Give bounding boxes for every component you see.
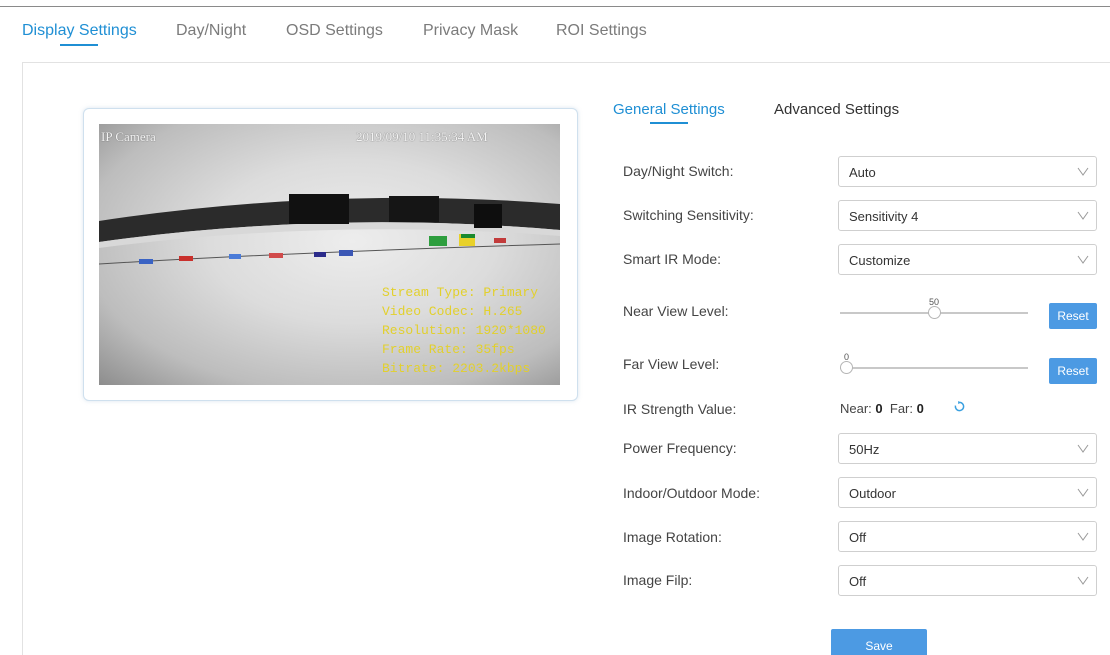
image-rotation-value: Off — [849, 530, 867, 545]
switching-sensitivity-label: Switching Sensitivity: — [623, 207, 754, 223]
ir-far-label: Far: — [889, 401, 914, 416]
chevron-down-icon — [1077, 488, 1089, 497]
osd-stream-info: Stream Type: Primary Video Codec: H.265 … — [382, 283, 546, 378]
near-view-level-handle[interactable] — [927, 306, 941, 319]
chevron-down-icon — [1077, 444, 1089, 453]
tab-day-night[interactable]: Day/Night — [176, 22, 246, 40]
osd-video-codec: Video Codec: H.265 — [382, 304, 523, 319]
tab-roi-settings[interactable]: ROI Settings — [556, 22, 647, 40]
top-divider — [0, 6, 1110, 7]
active-tab-indicator — [60, 44, 98, 46]
day-night-switch-value: Auto — [849, 165, 876, 180]
chevron-down-icon — [1077, 167, 1089, 176]
image-flip-value: Off — [849, 574, 867, 589]
far-view-level-track[interactable] — [840, 367, 1028, 369]
subtab-advanced-settings[interactable]: Advanced Settings — [774, 101, 899, 118]
smart-ir-mode-label: Smart IR Mode: — [623, 251, 722, 267]
image-flip-select[interactable]: Off — [838, 565, 1097, 596]
smart-ir-mode-value: Customize — [849, 253, 911, 268]
tab-osd-settings[interactable]: OSD Settings — [286, 22, 383, 40]
ir-strength-values: Near: 0 Far: 0 — [840, 401, 924, 416]
live-video: IP Camera 2019/09/10 11:35:34 AM Stream … — [99, 124, 560, 385]
ir-far-value: 0 — [916, 401, 924, 416]
image-rotation-label: Image Rotation: — [623, 529, 722, 545]
chevron-down-icon — [1077, 211, 1089, 220]
osd-resolution: Resolution: 1920*1080 — [382, 323, 546, 338]
near-view-reset-button[interactable]: Reset — [1049, 303, 1097, 329]
far-view-level-value: 0 — [844, 352, 850, 362]
osd-stream-type: Stream Type: Primary — [382, 285, 539, 300]
image-flip-label: Image Filp: — [623, 572, 693, 588]
chevron-down-icon — [1077, 576, 1089, 585]
far-view-reset-button[interactable]: Reset — [1049, 358, 1097, 384]
osd-bitrate: Bitrate: 2203.2kbps — [382, 361, 531, 376]
osd-frame-rate: Frame Rate: 35fps — [382, 342, 515, 357]
far-view-level-handle[interactable] — [840, 361, 853, 374]
ir-strength-label: IR Strength Value: — [623, 401, 737, 417]
indoor-outdoor-mode-label: Indoor/Outdoor Mode: — [623, 485, 760, 501]
ir-near-value: 0 — [875, 401, 883, 416]
refresh-icon[interactable] — [954, 401, 965, 412]
switching-sensitivity-value: Sensitivity 4 — [849, 209, 919, 224]
indoor-outdoor-mode-select[interactable]: Outdoor — [838, 477, 1097, 508]
day-night-switch-label: Day/Night Switch: — [623, 163, 734, 179]
smart-ir-mode-select[interactable]: Customize — [838, 244, 1097, 275]
subtab-general-settings[interactable]: General Settings — [613, 101, 725, 118]
indoor-outdoor-mode-value: Outdoor — [849, 486, 896, 501]
chevron-down-icon — [1077, 255, 1089, 264]
power-frequency-value: 50Hz — [849, 442, 880, 457]
power-frequency-select[interactable]: 50Hz — [838, 433, 1097, 464]
active-subtab-indicator — [650, 122, 688, 124]
ir-near-label: Near: — [840, 401, 872, 416]
near-view-level-value: 50 — [929, 297, 940, 307]
far-view-level-label: Far View Level: — [623, 356, 720, 372]
osd-camera-name: IP Camera — [101, 129, 156, 144]
tab-display-settings[interactable]: Display Settings — [22, 22, 137, 40]
power-frequency-label: Power Frequency: — [623, 440, 737, 456]
near-view-level-label: Near View Level: — [623, 303, 729, 319]
image-rotation-select[interactable]: Off — [838, 521, 1097, 552]
save-button[interactable]: Save — [831, 629, 927, 655]
osd-timestamp: 2019/09/10 11:35:34 AM — [356, 129, 488, 144]
chevron-down-icon — [1077, 532, 1089, 541]
switching-sensitivity-select[interactable]: Sensitivity 4 — [838, 200, 1097, 231]
tab-privacy-mask[interactable]: Privacy Mask — [423, 22, 518, 40]
day-night-switch-select[interactable]: Auto — [838, 156, 1097, 187]
